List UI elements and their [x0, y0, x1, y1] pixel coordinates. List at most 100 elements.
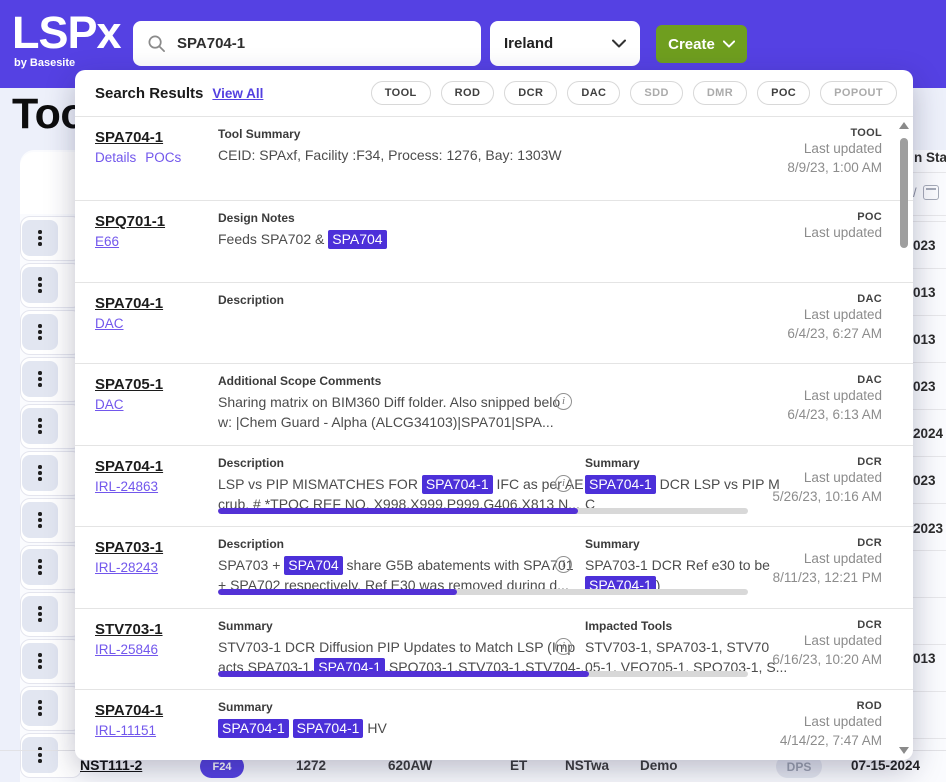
field-text-line: STV703-1, SPA703-1, STV70: [585, 638, 765, 658]
filter-chip-sdd[interactable]: SDD: [630, 81, 682, 105]
last-updated-label: Last updated: [787, 139, 882, 158]
table-date-cell: 07-15-2024: [851, 758, 920, 773]
results-list: SPA704-1 Details POCs Tool Summary CEID: SPA…: [75, 117, 913, 760]
scroll-up-arrow-icon[interactable]: [899, 122, 909, 129]
filter-chip-rod[interactable]: ROD: [441, 81, 495, 105]
filter-chip-dmr[interactable]: DMR: [693, 81, 747, 105]
result-row[interactable]: SPA704-1IRL-24863DescriptionLSP vs PIP M…: [75, 446, 913, 527]
kebab-menu-icon[interactable]: [22, 502, 58, 538]
result-row[interactable]: SPQ701-1E66Design NotesFeeds SPA702 & SP…: [75, 201, 913, 283]
kebab-menu-icon[interactable]: [22, 690, 58, 726]
result-title-link[interactable]: SPA704-1: [95, 458, 163, 475]
filter-chip-tool[interactable]: TOOL: [371, 81, 431, 105]
result-row[interactable]: SPA704-1DACDescriptionDACLast updated6/4…: [75, 283, 913, 364]
result-sub-link[interactable]: Details: [95, 150, 136, 165]
result-row[interactable]: STV703-1IRL-25846SummarySTV703-1 DCR Dif…: [75, 609, 913, 690]
result-title-link[interactable]: SPA704-1: [95, 295, 163, 312]
result-type-badge: ROD: [780, 700, 882, 712]
result-title-link[interactable]: SPA705-1: [95, 376, 163, 393]
kebab-menu-icon[interactable]: [22, 408, 58, 444]
info-icon[interactable]: i: [555, 393, 572, 410]
filter-chips: TOOL ROD DCR DAC SDD DMR POC POPOUT: [371, 81, 897, 105]
last-updated-date: 6/4/23, 6:13 AM: [787, 405, 882, 424]
kebab-menu-icon[interactable]: [22, 361, 58, 397]
search-match-highlight: SPA704-1: [218, 719, 289, 738]
table-row-divider: [913, 362, 946, 363]
filter-chip-dcr[interactable]: DCR: [504, 81, 557, 105]
tools-table-header-area: [20, 152, 80, 214]
global-search-input[interactable]: SPA704-1: [133, 21, 481, 66]
table-row-divider: [913, 315, 946, 316]
field-label: Description: [218, 456, 553, 470]
result-links: Details POCs: [95, 150, 181, 165]
search-match-highlight: SPA704-1: [585, 475, 656, 494]
kebab-menu-icon[interactable]: [22, 549, 58, 585]
scroll-down-arrow-icon[interactable]: [899, 747, 909, 754]
result-meta: DCRLast updated8/11/23, 12:21 PM: [773, 537, 882, 587]
result-sub-link[interactable]: E66: [95, 234, 119, 249]
table-cell: NSTwa: [565, 758, 609, 773]
result-title-link[interactable]: SPA704-1: [95, 702, 163, 719]
result-field: Impacted ToolsSTV703-1, SPA703-1, STV700…: [585, 619, 765, 677]
results-scrollbar[interactable]: [898, 122, 910, 754]
field-label: Impacted Tools: [585, 619, 765, 633]
filter-chip-poc[interactable]: POC: [757, 81, 810, 105]
field-label: Description: [218, 293, 553, 307]
kebab-menu-icon[interactable]: [22, 267, 58, 303]
result-sub-link[interactable]: POCs: [145, 150, 181, 165]
chevron-down-icon: [723, 40, 735, 48]
result-title-link[interactable]: SPQ701-1: [95, 213, 165, 230]
field-text-line: CEID: SPAxf, Facility :F34, Process: 127…: [218, 146, 553, 166]
field-label: Tool Summary: [218, 127, 553, 141]
kebab-menu-icon[interactable]: [22, 455, 58, 491]
kebab-menu-icon[interactable]: [22, 596, 58, 632]
table-date-fragment: 013: [913, 651, 936, 666]
search-match-highlight: SPA704-1: [293, 719, 364, 738]
panel-header: Search Results View All TOOLRODDCRDACSDD…: [75, 70, 913, 117]
table-date-fragment: 023: [913, 473, 936, 488]
relevance-bar: [218, 508, 748, 514]
relevance-bar-fill: [218, 508, 578, 514]
result-meta: POCLast updated: [804, 211, 882, 242]
result-row[interactable]: SPA704-1IRL-11151SummarySPA704-1 SPA704-…: [75, 690, 913, 760]
app-logo[interactable]: LSPx by Basesite: [12, 10, 121, 69]
result-sub-link[interactable]: IRL-28243: [95, 560, 158, 575]
filter-chip-popout[interactable]: POPOUT: [820, 81, 897, 105]
result-sub-link[interactable]: IRL-25846: [95, 642, 158, 657]
last-updated-date: 6/16/23, 10:20 AM: [772, 650, 882, 669]
field-text-line: Sharing matrix on BIM360 Diff folder. Al…: [218, 393, 553, 413]
kebab-menu-icon[interactable]: [22, 220, 58, 256]
region-select[interactable]: Ireland: [490, 21, 640, 66]
kebab-menu-icon[interactable]: [22, 314, 58, 350]
info-icon[interactable]: i: [555, 556, 572, 573]
table-date-fragment: 023: [913, 379, 936, 394]
result-links: IRL-24863: [95, 479, 158, 494]
table-row-divider: [913, 409, 946, 410]
result-row[interactable]: SPA703-1IRL-28243DescriptionSPA703 + SPA…: [75, 527, 913, 609]
result-sub-link[interactable]: DAC: [95, 316, 124, 331]
result-sub-link[interactable]: DAC: [95, 397, 124, 412]
field-text-line: SPA703-1 DCR Ref e30 to be: [585, 556, 765, 576]
result-title-link[interactable]: SPA703-1: [95, 539, 163, 556]
last-updated-label: Last updated: [787, 305, 882, 324]
result-row[interactable]: SPA705-1DACAdditional Scope CommentsShar…: [75, 364, 913, 446]
create-button[interactable]: Create: [656, 25, 747, 63]
result-row[interactable]: SPA704-1 Details POCs Tool Summary CEID: SPA…: [75, 117, 913, 201]
info-icon[interactable]: i: [555, 638, 572, 655]
calendar-icon[interactable]: [923, 185, 939, 200]
filter-chip-dac[interactable]: DAC: [567, 81, 620, 105]
view-all-link[interactable]: View All: [212, 86, 263, 101]
result-sub-link[interactable]: IRL-24863: [95, 479, 158, 494]
table-row-divider: [913, 550, 946, 551]
field-label: Design Notes: [218, 211, 553, 225]
scrollbar-thumb[interactable]: [900, 138, 908, 248]
result-meta: RODLast updated4/14/22, 7:47 AM: [780, 700, 882, 750]
kebab-menu-icon[interactable]: [22, 643, 58, 679]
field-label: Summary: [218, 619, 553, 633]
info-icon[interactable]: i: [555, 475, 572, 492]
result-sub-link[interactable]: IRL-11151: [95, 723, 156, 738]
table-date-fragment: 2023: [913, 521, 943, 536]
result-title-link[interactable]: STV703-1: [95, 621, 163, 638]
result-meta: DCRLast updated5/26/23, 10:16 AM: [772, 456, 882, 506]
result-title-link[interactable]: SPA704-1: [95, 129, 163, 146]
